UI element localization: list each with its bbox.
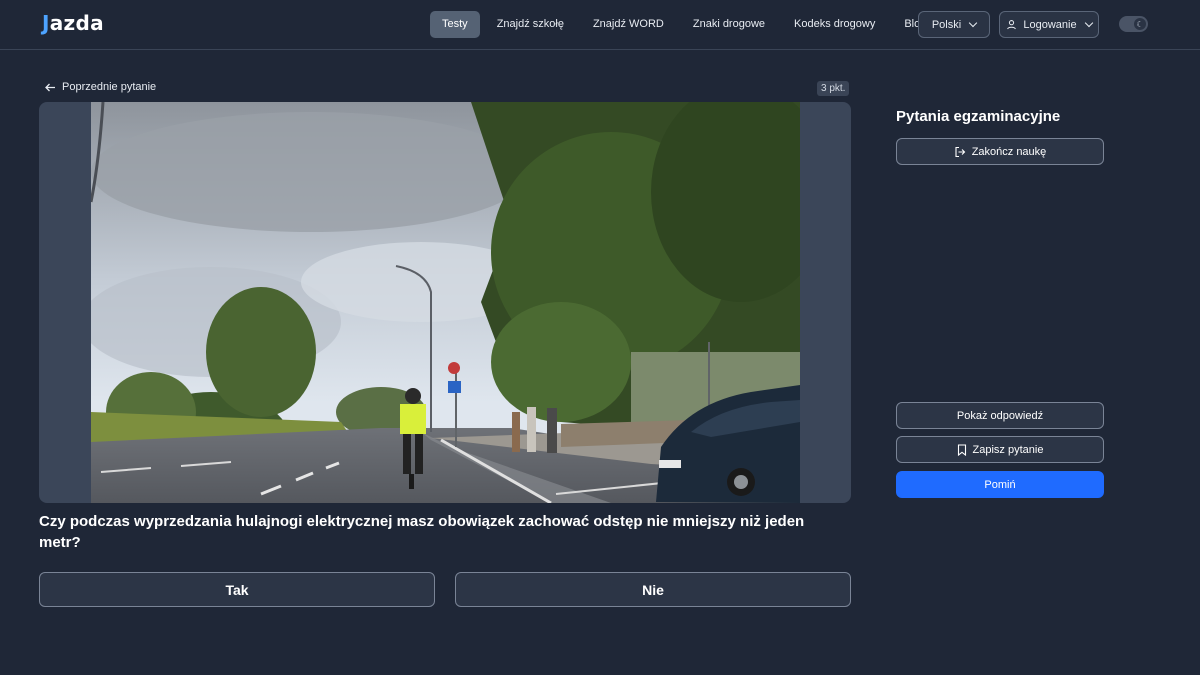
nav-testy[interactable]: Testy [430,11,480,38]
main-nav: Testy Znajdź szkołę Znajdź WORD Znaki dr… [430,11,941,38]
save-question-button[interactable]: Zapisz pytanie [896,436,1104,463]
answer-no-button[interactable]: Nie [455,572,851,607]
show-answer-button[interactable]: Pokaż odpowiedź [896,402,1104,429]
chevron-down-icon [968,18,978,28]
end-learning-label: Zakończ naukę [971,145,1047,158]
question-media [39,102,851,503]
save-question-label: Zapisz pytanie [972,443,1044,456]
logo-letter: J [42,11,50,35]
logout-icon [955,146,965,157]
user-icon [1007,20,1017,30]
nav-highway-code[interactable]: Kodeks drogowy [780,11,889,38]
login-button[interactable]: Logowanie [999,11,1099,38]
nav-road-signs[interactable]: Znaki drogowe [679,11,779,38]
language-label: Polski [931,18,962,31]
logo-text: azda [49,11,104,35]
logo[interactable]: Jazda [42,11,104,35]
language-select[interactable]: Polski [918,11,990,38]
nav-find-word[interactable]: Znajdź WORD [579,11,678,38]
nav-find-school[interactable]: Znajdź szkołę [483,11,578,38]
previous-question-link[interactable]: Poprzednie pytanie [45,81,156,93]
arrow-left-icon [45,83,55,91]
theme-toggle[interactable]: ☾ [1119,16,1148,32]
previous-question-label: Poprzednie pytanie [62,81,157,93]
bookmark-icon [957,443,966,456]
chevron-down-icon [1084,18,1093,28]
end-learning-button[interactable]: Zakończ naukę [896,138,1104,165]
question-text: Czy podczas wyprzedzania hulajnogi elekt… [39,513,805,551]
login-label: Logowanie [1023,18,1077,31]
moon-icon: ☾ [1134,18,1146,30]
top-header: Jazda Testy Znajdź szkołę Znajdź WORD Zn… [0,0,1200,50]
side-panel-title: Pytania egzaminacyjne [896,108,1061,125]
question-image [91,102,800,503]
answer-yes-button[interactable]: Tak [39,572,435,607]
points-badge: 3 pkt. [817,81,850,96]
skip-button[interactable]: Pomiń [896,471,1104,498]
